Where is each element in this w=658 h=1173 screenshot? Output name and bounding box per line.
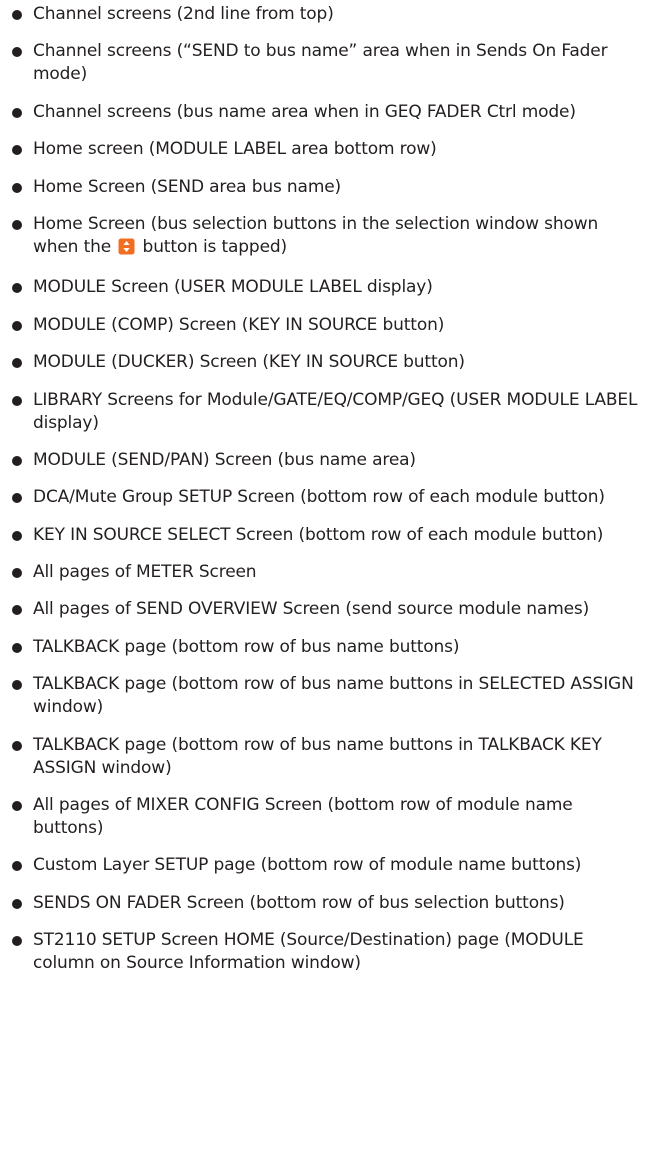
bullet-list: Channel screens (2nd line from top) Chann… bbox=[0, 3, 658, 975]
list-item: LIBRARY Screens for Module/GATE/EQ/COMP/… bbox=[11, 389, 646, 435]
list-item-text: LIBRARY Screens for Module/GATE/EQ/COMP/… bbox=[33, 389, 638, 433]
bullet-icon bbox=[12, 455, 22, 466]
list-item-text: TALKBACK page (bottom row of bus name bu… bbox=[33, 636, 460, 657]
bullet-icon bbox=[12, 680, 22, 691]
list-item: Home Screen (SEND area bus name) bbox=[11, 176, 646, 199]
list-item: Home Screen (bus selection buttons in th… bbox=[11, 213, 646, 262]
list-item: KEY IN SOURCE SELECT Screen (bottom row … bbox=[11, 524, 646, 547]
list-item: Channel screens (bus name area when in G… bbox=[11, 101, 646, 124]
list-item: SENDS ON FADER Screen (bottom row of bus… bbox=[11, 892, 646, 915]
bullet-icon bbox=[12, 320, 22, 331]
bullet-icon bbox=[12, 10, 22, 20]
list-item: TALKBACK page (bottom row of bus name bu… bbox=[11, 636, 646, 659]
list-item-text: All pages of MIXER CONFIG Screen (bottom… bbox=[33, 795, 573, 839]
bullet-icon bbox=[12, 283, 22, 294]
bullet-icon bbox=[12, 493, 22, 504]
bullet-icon bbox=[12, 642, 22, 653]
bullet-icon bbox=[12, 395, 22, 406]
list-item: All pages of METER Screen bbox=[11, 561, 646, 584]
list-item: MODULE (DUCKER) Screen (KEY IN SOURCE bu… bbox=[11, 351, 646, 374]
list-item-text: KEY IN SOURCE SELECT Screen (bottom row … bbox=[33, 524, 604, 545]
bullet-icon bbox=[12, 801, 22, 812]
list-item-text: All pages of METER Screen bbox=[33, 562, 257, 583]
bullet-icon bbox=[12, 530, 22, 541]
list-item-text: DCA/Mute Group SETUP Screen (bottom row … bbox=[33, 487, 605, 508]
list-item: All pages of MIXER CONFIG Screen (bottom… bbox=[11, 794, 646, 840]
list-item-text: SENDS ON FADER Screen (bottom row of bus… bbox=[33, 892, 565, 913]
list-item-text: MODULE (DUCKER) Screen (KEY IN SOURCE bu… bbox=[33, 352, 465, 373]
bullet-icon bbox=[12, 861, 22, 872]
list-item: TALKBACK page (bottom row of bus name bu… bbox=[11, 673, 646, 719]
list-item: Channel screens (“SEND to bus name” area… bbox=[11, 40, 646, 86]
up-down-selector-icon bbox=[118, 238, 135, 262]
list-item: DCA/Mute Group SETUP Screen (bottom row … bbox=[11, 486, 646, 509]
list-item-text: Custom Layer SETUP page (bottom row of m… bbox=[33, 855, 582, 876]
list-item-text: TALKBACK page (bottom row of bus name bu… bbox=[33, 734, 602, 778]
document-page: Channel screens (2nd line from top) Chann… bbox=[0, 0, 658, 1173]
list-item-text-after: button is tapped) bbox=[142, 236, 288, 257]
bullet-icon bbox=[12, 568, 22, 579]
list-item: Custom Layer SETUP page (bottom row of m… bbox=[11, 854, 646, 877]
list-item-text: Channel screens (2nd line from top) bbox=[33, 4, 334, 24]
bullet-icon bbox=[12, 605, 22, 616]
list-item: Home screen (MODULE LABEL area bottom ro… bbox=[11, 138, 646, 161]
list-item-text: Home screen (MODULE LABEL area bottom ro… bbox=[33, 139, 437, 160]
bullet-icon bbox=[12, 107, 22, 118]
list-item-text: MODULE (COMP) Screen (KEY IN SOURCE butt… bbox=[33, 314, 445, 335]
list-item-text: All pages of SEND OVERVIEW Screen (send … bbox=[33, 599, 590, 620]
list-item-text: Channel screens (bus name area when in G… bbox=[33, 101, 576, 122]
bullet-icon bbox=[12, 936, 22, 947]
bullet-icon bbox=[12, 898, 22, 909]
list-item-text: MODULE (SEND/PAN) Screen (bus name area) bbox=[33, 449, 416, 470]
bullet-icon bbox=[12, 219, 22, 230]
list-item: TALKBACK page (bottom row of bus name bu… bbox=[11, 734, 646, 780]
list-item-text: ST2110 SETUP Screen HOME (Source/Destina… bbox=[33, 930, 584, 974]
bullet-icon bbox=[12, 182, 22, 193]
list-item-text: Channel screens (“SEND to bus name” area… bbox=[33, 41, 608, 85]
bullet-icon bbox=[12, 358, 22, 369]
bullet-icon bbox=[12, 47, 22, 58]
list-item: MODULE (COMP) Screen (KEY IN SOURCE butt… bbox=[11, 314, 646, 337]
list-item: ST2110 SETUP Screen HOME (Source/Destina… bbox=[11, 929, 646, 975]
list-item-text: TALKBACK page (bottom row of bus name bu… bbox=[33, 674, 634, 718]
bullet-icon bbox=[12, 145, 22, 156]
list-item-text: MODULE Screen (USER MODULE LABEL display… bbox=[33, 277, 433, 298]
bullet-icon bbox=[12, 740, 22, 751]
list-item: MODULE (SEND/PAN) Screen (bus name area) bbox=[11, 449, 646, 472]
list-item: MODULE Screen (USER MODULE LABEL display… bbox=[11, 276, 646, 299]
list-item-text: Home Screen (SEND area bus name) bbox=[33, 176, 342, 197]
list-item: All pages of SEND OVERVIEW Screen (send … bbox=[11, 598, 646, 621]
list-item: Channel screens (2nd line from top) bbox=[11, 3, 646, 26]
